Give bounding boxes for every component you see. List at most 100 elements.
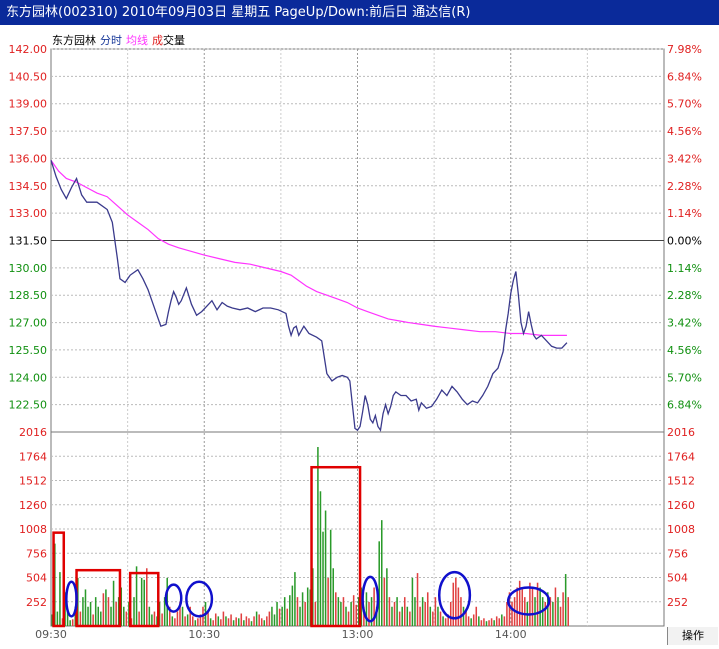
volume-bar — [335, 592, 337, 626]
percent-axis-label: 5.70% — [667, 98, 702, 111]
volume-bar — [444, 618, 447, 626]
volume-bar — [176, 611, 179, 626]
volume-bar — [539, 587, 541, 626]
volume-bar — [350, 601, 352, 626]
percent-axis-label: 4.56% — [667, 344, 702, 357]
price-axis-label: 142.00 — [9, 43, 48, 56]
volume-bar — [69, 620, 71, 626]
volume-bar — [87, 606, 89, 626]
volume-bar — [531, 587, 534, 626]
volume-bar — [294, 572, 296, 626]
volume-bar — [562, 592, 564, 626]
volume-bar — [511, 601, 513, 626]
volume-bar — [345, 606, 347, 626]
volume-bar — [449, 601, 452, 626]
volume-bar — [393, 601, 396, 626]
volume-axis-label-right: 1260 — [667, 499, 695, 512]
volume-bar — [460, 597, 462, 626]
volume-bar — [133, 597, 135, 626]
volume-bar — [71, 619, 74, 626]
intraday-chart[interactable]: 142.00 7.98% 140.50 6.84% 139.00 5.70% 137.50 4… — [0, 25, 719, 649]
volume-bar — [488, 620, 490, 626]
volume-bar — [314, 601, 317, 626]
volume-bar — [94, 597, 97, 626]
volume-bar — [475, 606, 478, 626]
volume-bar — [442, 616, 444, 626]
volume-bar — [529, 582, 531, 626]
volume-bar — [437, 606, 439, 626]
volume-axis-label: 252 — [26, 596, 47, 609]
volume-bar — [396, 597, 398, 626]
volume-bar — [306, 587, 309, 626]
volume-bar — [138, 611, 140, 626]
volume-bar — [544, 601, 546, 626]
volume-bar — [327, 577, 329, 626]
volume-bar — [112, 580, 115, 626]
volume-bar — [340, 601, 342, 626]
volume-bar — [559, 606, 562, 626]
volume-bar — [403, 597, 406, 626]
volume-bar — [148, 606, 151, 626]
volume-bar — [268, 611, 271, 626]
volume-bar — [194, 620, 197, 626]
volume-bar — [92, 614, 94, 626]
volume-bar — [110, 606, 112, 626]
volume-bar — [493, 620, 495, 626]
volume-bar — [457, 587, 460, 626]
percent-axis-label: 0.00% — [667, 235, 702, 248]
volume-bar — [378, 541, 380, 626]
volume-bar — [342, 597, 345, 626]
volume-bar — [332, 568, 335, 626]
volume-bar — [240, 613, 243, 626]
volume-bar — [465, 611, 467, 626]
volume-bar — [56, 611, 59, 626]
volume-bar — [478, 616, 480, 626]
volume-bar — [235, 617, 237, 626]
volume-bar — [434, 597, 437, 626]
percent-axis-label: 5.70% — [667, 371, 702, 384]
volume-bar — [140, 577, 143, 626]
average-price-line — [50, 159, 567, 336]
volume-bar — [245, 616, 248, 626]
volume-axis-label: 504 — [26, 572, 47, 585]
volume-bar — [324, 510, 327, 626]
volume-bar — [161, 613, 163, 626]
price-axis-label: 124.00 — [9, 371, 48, 384]
volume-bar — [347, 611, 350, 626]
volume-bar — [227, 618, 230, 626]
price-axis-label: 137.50 — [9, 125, 48, 138]
volume-bar — [184, 616, 186, 626]
volume-bar — [495, 616, 498, 626]
volume-bar — [153, 611, 156, 626]
volume-bar — [250, 621, 253, 626]
volume-bar — [151, 614, 153, 626]
volume-bar — [299, 606, 301, 626]
price-axis-label: 125.50 — [9, 344, 48, 357]
volume-axis-label-right: 1764 — [667, 450, 695, 463]
volume-axis-label-right: 1512 — [667, 475, 695, 488]
volume-bar — [296, 597, 299, 626]
price-axis-label: 140.50 — [9, 70, 48, 83]
volume-bar — [181, 606, 184, 626]
volume-axis-label-right: 252 — [667, 596, 688, 609]
volume-bar — [426, 592, 429, 626]
time-axis-label: 14:00 — [495, 628, 527, 641]
operation-button[interactable]: 操作 — [667, 627, 718, 645]
volume-bar — [498, 618, 501, 626]
volume-bar — [506, 601, 508, 626]
volume-bar — [222, 611, 225, 626]
volume-bar — [472, 614, 475, 626]
volume-bar — [102, 593, 105, 626]
volume-bar — [214, 613, 217, 626]
volume-bar — [209, 618, 212, 626]
volume-bar — [490, 618, 493, 626]
annotation-ellipse — [164, 583, 183, 613]
time-axis-label: 13:00 — [342, 628, 374, 641]
volume-axis-label: 1260 — [19, 499, 47, 512]
annotation-ellipse — [361, 575, 380, 623]
volume-bar — [414, 597, 416, 626]
volume-bar — [432, 611, 434, 626]
annotation-ellipse — [185, 580, 214, 618]
volume-bar — [401, 606, 403, 626]
volume-bar — [337, 597, 340, 626]
